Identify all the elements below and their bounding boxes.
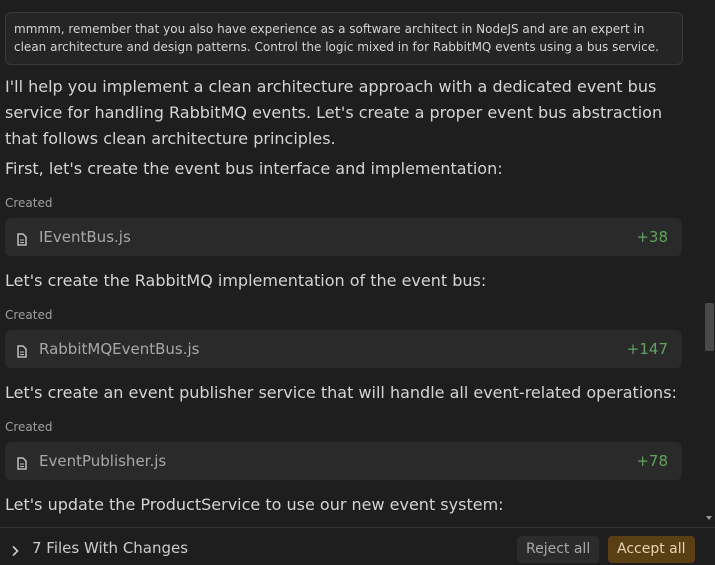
file-card[interactable]: EventPublisher.js +78 — [5, 442, 682, 480]
additions-count: +38 — [636, 228, 668, 246]
assistant-intro: I'll help you implement a clean architec… — [5, 77, 663, 148]
additions-count: +147 — [626, 340, 668, 358]
step-text: Let's create the RabbitMQ implementation… — [5, 271, 487, 290]
file-name: EventPublisher.js — [39, 452, 167, 470]
file-card[interactable]: RabbitMQEventBus.js +147 — [5, 330, 682, 368]
file-icon — [17, 231, 27, 246]
additions-count: +78 — [636, 452, 668, 470]
file-name: IEventBus.js — [39, 228, 131, 246]
chevron-right-icon — [10, 542, 20, 557]
step-text: Let's create an event publisher service … — [5, 383, 677, 402]
scroll-down-icon[interactable] — [705, 514, 713, 522]
chat-panel: mmmm, remember that you also have experi… — [0, 0, 703, 527]
created-label: Created — [5, 420, 53, 434]
file-icon — [17, 343, 27, 358]
file-card[interactable]: IEventBus.js +38 — [5, 218, 682, 256]
file-name: RabbitMQEventBus.js — [39, 340, 200, 358]
changes-bar: 7 Files With Changes Reject all Accept a… — [0, 527, 715, 565]
user-message: mmmm, remember that you also have experi… — [5, 12, 683, 65]
files-changes-label: 7 Files With Changes — [32, 539, 189, 557]
created-label: Created — [5, 308, 53, 322]
scrollbar-track[interactable] — [703, 0, 715, 527]
scrollbar-thumb[interactable] — [705, 303, 714, 351]
file-icon — [17, 455, 27, 470]
reject-all-button[interactable]: Reject all — [517, 536, 600, 563]
created-label: Created — [5, 196, 53, 210]
accept-all-button[interactable]: Accept all — [608, 536, 695, 563]
files-changes-toggle[interactable]: 7 Files With Changes — [10, 539, 188, 557]
step-text: First, let's create the event bus interf… — [5, 159, 503, 178]
step-text: Let's update the ProductService to use o… — [5, 495, 504, 514]
